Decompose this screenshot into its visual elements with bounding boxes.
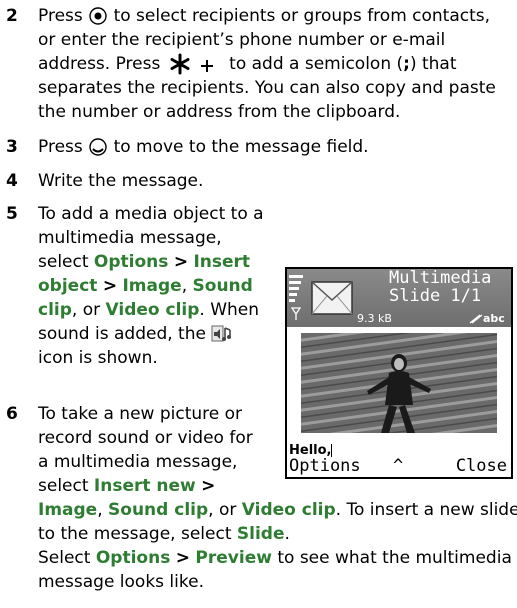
step-number: 3 xyxy=(6,137,18,157)
signal-icon xyxy=(289,275,303,320)
star-plus-key-icon xyxy=(170,53,213,75)
step-3: 3 Press to move to the message field. xyxy=(6,137,369,157)
step-5: 5 To add a media object to a multimedia … xyxy=(6,204,264,368)
options-softkey[interactable]: Options xyxy=(289,455,361,477)
step-2: 2 Press to select recipients or groups f… xyxy=(6,6,496,122)
sound-clip-icon xyxy=(211,325,232,342)
message-envelope-icon xyxy=(311,281,353,315)
step-number: 6 xyxy=(6,404,18,424)
step-number: 2 xyxy=(6,6,18,26)
phone-title: Multimedia Slide 1/1 xyxy=(389,268,492,306)
phone-title-bar: Multimedia Slide 1/1 9.3 kB abc xyxy=(287,269,511,327)
joystick-press-icon xyxy=(89,7,107,25)
input-mode-indicator: abc xyxy=(469,307,505,331)
photo-image xyxy=(301,333,497,433)
phone-screen: Multimedia Slide 1/1 9.3 kB abc Hello, O… xyxy=(285,267,513,479)
navigation-indicator: ^ xyxy=(393,456,404,476)
manual-page: 2 Press to select recipients or groups f… xyxy=(0,0,517,608)
pen-icon xyxy=(469,314,483,324)
step-number: 5 xyxy=(6,204,18,224)
joystick-down-icon xyxy=(89,138,107,156)
message-size: 9.3 kB xyxy=(357,312,392,325)
close-softkey[interactable]: Close xyxy=(456,455,507,477)
softkey-bar: Options ^ Close xyxy=(287,455,511,477)
step-4: 4 Write the message. xyxy=(6,171,204,191)
step-number: 4 xyxy=(6,171,18,191)
